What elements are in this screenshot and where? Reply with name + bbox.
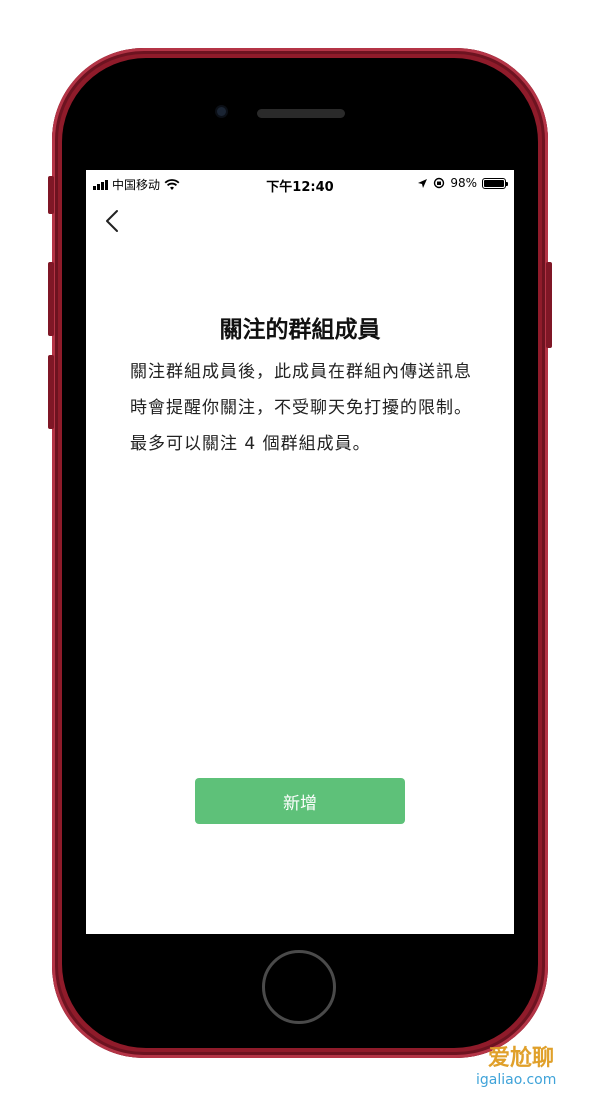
page-description: 關注群組成員後，此成員在群組內傳送訊息時會提醒你關注，不受聊天免打擾的限制。最多… xyxy=(130,362,472,454)
page-title: 關注的群組成員 xyxy=(219,317,381,343)
front-camera xyxy=(217,107,226,116)
watermark-logo: 爱尬聊 xyxy=(488,1046,555,1071)
add-button[interactable]: 新增 xyxy=(195,778,405,824)
silent-switch xyxy=(48,176,54,214)
status-right: 98% xyxy=(417,176,508,190)
power-button xyxy=(546,262,552,348)
back-button[interactable] xyxy=(100,206,124,236)
battery-icon xyxy=(482,177,508,189)
home-button[interactable] xyxy=(262,950,336,1024)
watermark: 爱尬聊 igaliao.com xyxy=(448,1040,598,1100)
volume-down-button xyxy=(48,355,54,429)
screen: 中国移动 下午12:40 98% 關注的群組成員 關注群組成員後，此成員在群組內… xyxy=(86,170,514,934)
battery-level xyxy=(484,179,504,187)
chevron-left-icon xyxy=(106,210,118,232)
orientation-lock-icon xyxy=(434,177,445,189)
volume-up-button xyxy=(48,262,54,336)
watermark-url: igaliao.com xyxy=(476,1072,557,1088)
status-bar: 中国移动 下午12:40 98% xyxy=(86,170,514,198)
earpiece-speaker xyxy=(257,109,345,118)
battery-percent: 98% xyxy=(450,176,477,190)
location-icon xyxy=(418,178,428,188)
